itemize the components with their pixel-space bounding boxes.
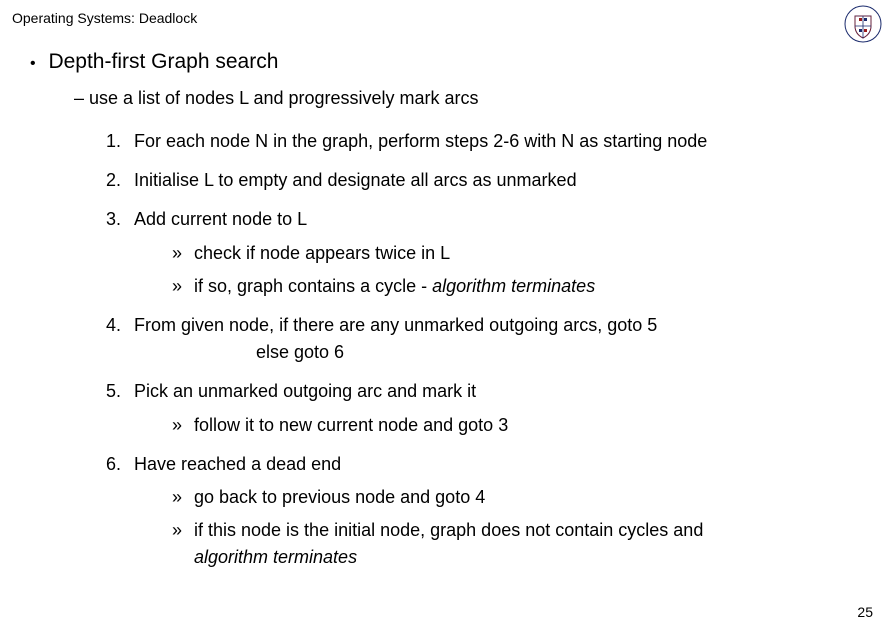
step-2-text: Initialise L to empty and designate all …	[134, 170, 577, 190]
dash-line-1: – use a list of nodes L and progressivel…	[74, 88, 861, 109]
bullet-level-1: • Depth-first Graph search	[30, 50, 861, 74]
step-6: 6.Have reached a dead end »go back to pr…	[106, 452, 861, 571]
step-1-text: For each node N in the graph, perform st…	[134, 131, 707, 151]
step-5-text: Pick an unmarked outgoing arc and mark i…	[134, 381, 476, 401]
raquo-icon: »	[172, 518, 194, 543]
step-2-number: 2.	[106, 168, 134, 193]
step-6-number: 6.	[106, 452, 134, 477]
raquo-icon: »	[172, 274, 194, 299]
step-1-number: 1.	[106, 129, 134, 154]
university-crest-icon	[843, 4, 883, 44]
step-6-sub-2: »if this node is the initial node, graph…	[172, 518, 861, 570]
raquo-icon: »	[172, 413, 194, 438]
header-title: Operating Systems: Deadlock	[12, 10, 197, 26]
step-3-text: Add current node to L	[134, 209, 307, 229]
raquo-icon: »	[172, 485, 194, 510]
step-6-sub-2-italic: algorithm terminates	[194, 545, 861, 570]
slide-header: Operating Systems: Deadlock	[12, 10, 197, 26]
step-5-sub-1-text: follow it to new current node and goto 3	[194, 415, 508, 435]
step-6-sub-1-text: go back to previous node and goto 4	[194, 487, 485, 507]
step-6-sub-1: »go back to previous node and goto 4	[172, 485, 861, 510]
step-3-sub-2: »if so, graph contains a cycle - algorit…	[172, 274, 861, 299]
step-3-sub-1-text: check if node appears twice in L	[194, 243, 450, 263]
step-3-number: 3.	[106, 207, 134, 232]
step-3-sub-2-italic: algorithm terminates	[432, 276, 595, 296]
step-2: 2.Initialise L to empty and designate al…	[106, 168, 861, 193]
step-4-continuation: else goto 6	[256, 340, 861, 365]
step-1: 1.For each node N in the graph, perform …	[106, 129, 861, 154]
step-5-sub-1: »follow it to new current node and goto …	[172, 413, 861, 438]
step-3-sub-2-prefix: if so, graph contains a cycle -	[194, 276, 432, 296]
slide-page: Operating Systems: Deadlock • Depth-firs…	[0, 0, 891, 630]
step-3: 3.Add current node to L »check if node a…	[106, 207, 861, 299]
step-4-number: 4.	[106, 313, 134, 338]
slide-content: • Depth-first Graph search – use a list …	[30, 50, 861, 584]
bullet-1-text: Depth-first Graph search	[48, 50, 278, 73]
step-4: 4.From given node, if there are any unma…	[106, 313, 861, 365]
step-4-text: From given node, if there are any unmark…	[134, 315, 657, 335]
page-number: 25	[857, 604, 873, 620]
bullet-dot-icon: •	[30, 55, 44, 73]
step-5-number: 5.	[106, 379, 134, 404]
step-6-text: Have reached a dead end	[134, 454, 341, 474]
raquo-icon: »	[172, 241, 194, 266]
step-3-sub-1: »check if node appears twice in L	[172, 241, 861, 266]
step-5: 5.Pick an unmarked outgoing arc and mark…	[106, 379, 861, 437]
step-6-sub-2-prefix: if this node is the initial node, graph …	[194, 520, 703, 540]
